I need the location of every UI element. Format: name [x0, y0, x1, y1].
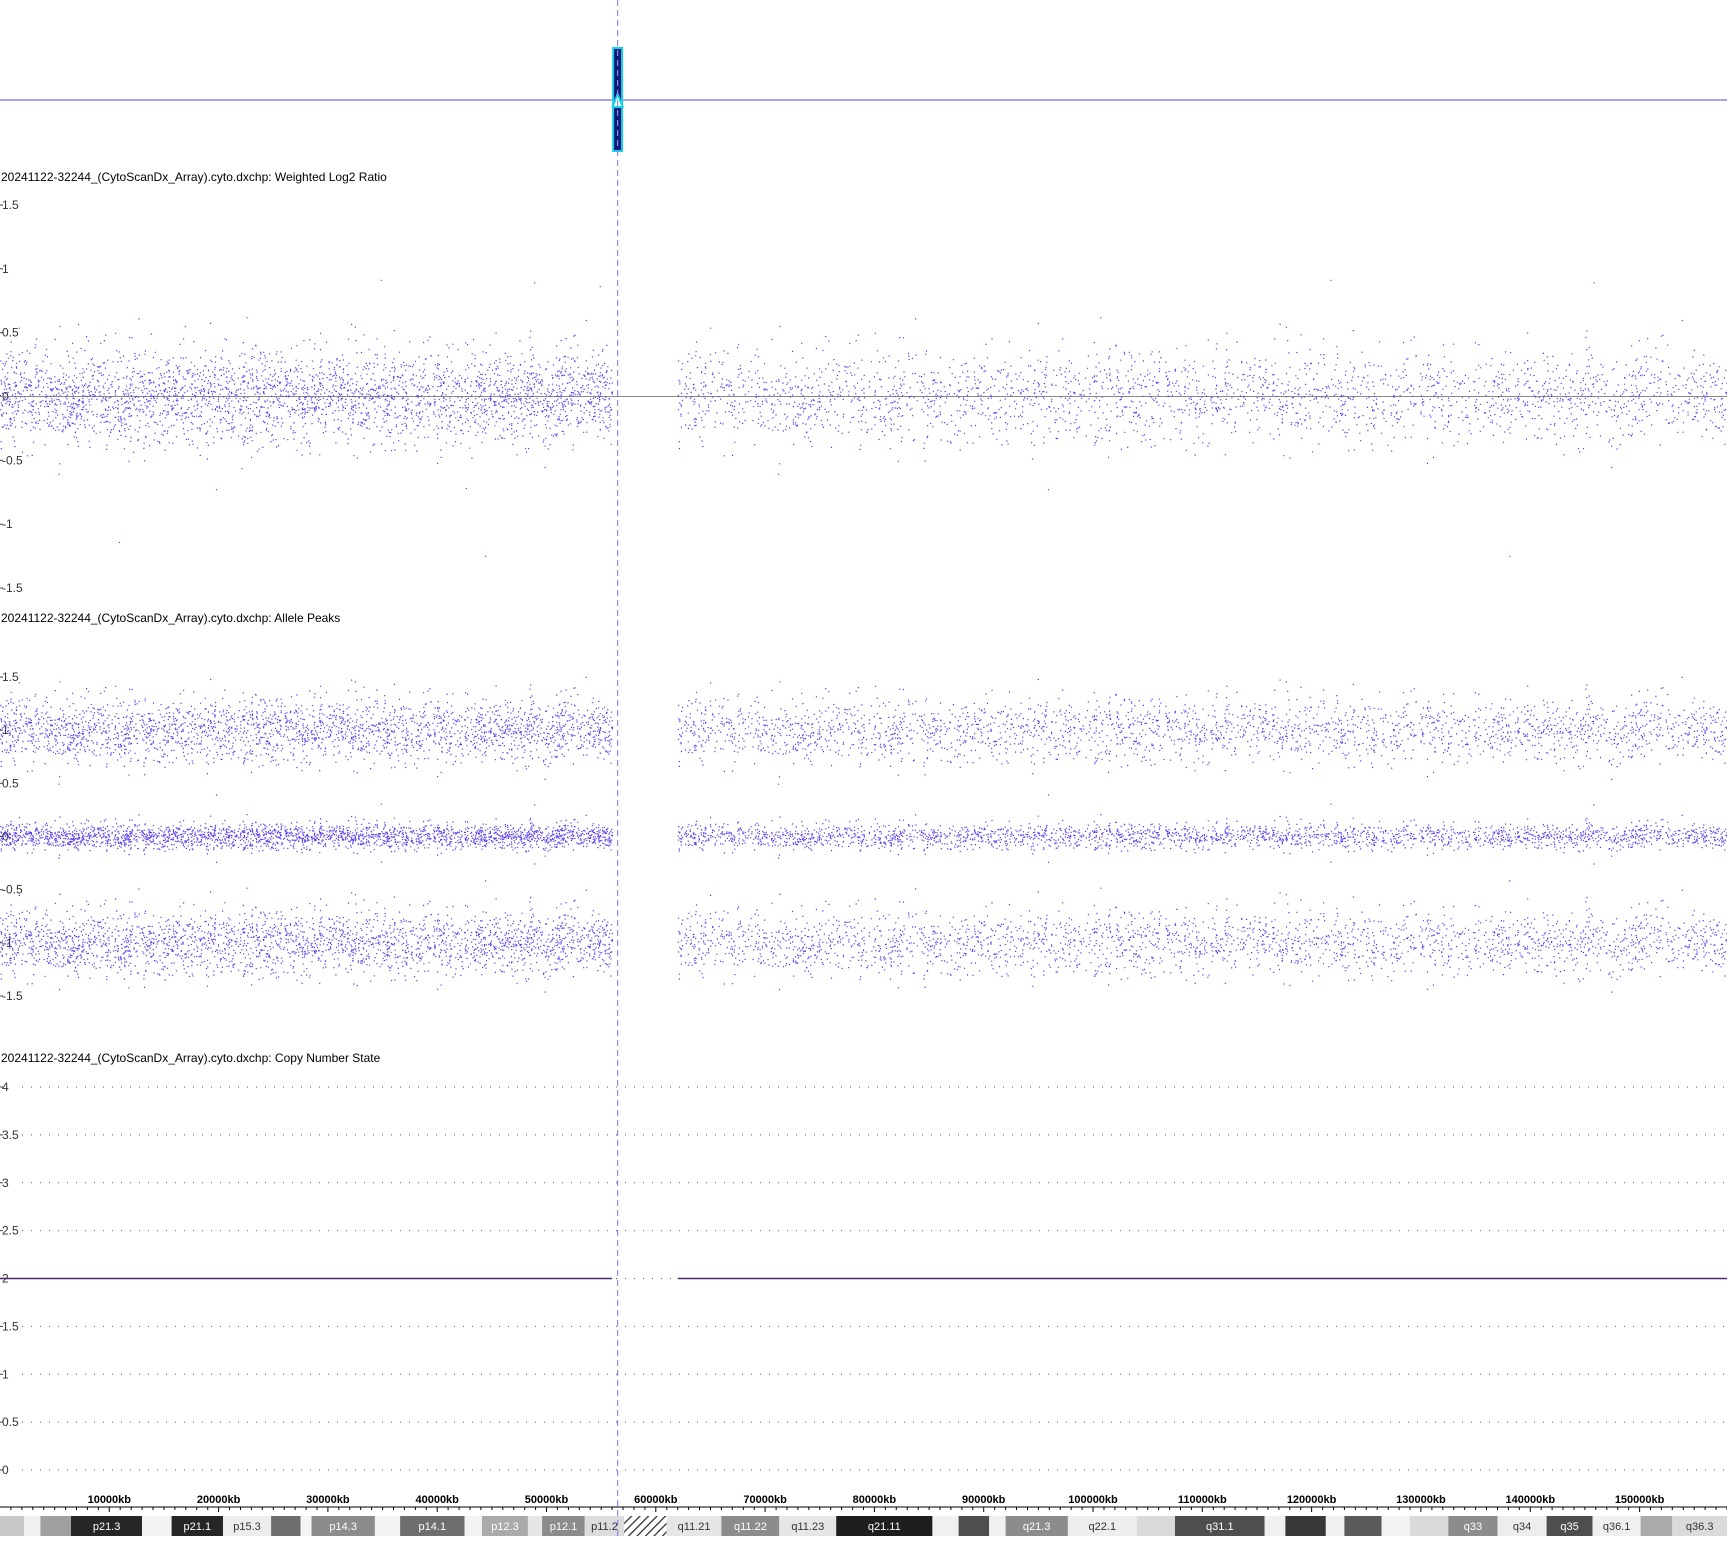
log2-ratio-points	[0, 279, 1727, 557]
ideogram-band-label: p12.1	[550, 1521, 578, 1533]
ideogram-band[interactable]	[271, 1516, 301, 1536]
ideogram-band[interactable]	[142, 1516, 172, 1536]
ideogram-band-label: q34	[1513, 1521, 1531, 1533]
y-tick-label: -1	[2, 517, 13, 531]
ideogram-band[interactable]	[24, 1516, 41, 1536]
ideogram-band[interactable]	[958, 1516, 990, 1536]
y-tick-label: 3.5	[2, 1128, 19, 1142]
x-tick-label: 140000kb	[1506, 1494, 1556, 1506]
ideogram-band[interactable]	[0, 1516, 24, 1536]
x-tick-label: 10000kb	[88, 1494, 132, 1506]
panel-title-log2-ratio: 20241122-32244_(CytoScanDx_Array).cyto.d…	[1, 170, 387, 184]
x-tick-label: 30000kb	[306, 1494, 350, 1506]
y-tick-label: 1.5	[2, 670, 19, 684]
x-tick-label: 90000kb	[962, 1494, 1006, 1506]
ideogram-band-label: q35	[1560, 1521, 1578, 1533]
chromosome-ideogram[interactable]: p21.3 p21.1 p15.3 p14.3 p14.1 p12.3 p12.1 p11.2…	[0, 1516, 1727, 1536]
x-tick-label: 20000kb	[197, 1494, 241, 1506]
allele-peaks-points	[0, 676, 1727, 993]
x-tick-label: 100000kb	[1068, 1494, 1118, 1506]
ideogram-band[interactable]	[624, 1516, 667, 1536]
ideogram-band[interactable]	[464, 1516, 483, 1536]
ideogram-band[interactable]	[1410, 1516, 1449, 1536]
ideogram-band[interactable]	[1640, 1516, 1673, 1536]
y-tick-label: 0.5	[2, 1415, 19, 1429]
y-axis-allele-peaks: 1.510.50-0.5-1-1.5	[0, 670, 23, 1003]
ideogram-band-label: q36.3	[1686, 1521, 1714, 1533]
ideogram-band-label: p14.1	[419, 1521, 447, 1533]
selection-track[interactable]	[0, 47, 1727, 152]
copy-number-panel[interactable]: 20241122-32244_(CytoScanDx_Array).cyto.d…	[0, 1051, 1727, 1477]
ideogram-band-label: q21.3	[1023, 1521, 1051, 1533]
data-points	[0, 279, 1727, 557]
ideogram-band[interactable]	[1381, 1516, 1410, 1536]
y-tick-label: 1.5	[2, 1319, 19, 1333]
ideogram-band-label: q11.22	[734, 1521, 767, 1533]
ideogram-band-label: q33	[1464, 1521, 1482, 1533]
ideogram-band-label: q36.1	[1603, 1521, 1631, 1533]
panel-title-copy-number: 20241122-32244_(CytoScanDx_Array).cyto.d…	[1, 1051, 381, 1065]
x-tick-label: 120000kb	[1287, 1494, 1337, 1506]
y-tick-label: 3	[2, 1176, 9, 1190]
allele-peaks-panel[interactable]: 20241122-32244_(CytoScanDx_Array).cyto.d…	[0, 611, 1727, 1003]
y-tick-label: 2.5	[2, 1224, 19, 1238]
y-tick-label: -1.5	[2, 581, 23, 595]
y-tick-label: -1.5	[2, 989, 23, 1003]
y-tick-label: 0.5	[2, 776, 19, 790]
ideogram-band-label: q31.1	[1206, 1521, 1234, 1533]
x-tick-label: 150000kb	[1615, 1494, 1665, 1506]
ideogram-band[interactable]	[300, 1516, 312, 1536]
ideogram-band[interactable]	[527, 1516, 543, 1536]
ideogram-band-label: p21.3	[93, 1521, 121, 1533]
y-tick-label: -0.5	[2, 453, 23, 467]
x-tick-label: 50000kb	[525, 1494, 569, 1506]
log2-ratio-panel[interactable]: 20241122-32244_(CytoScanDx_Array).cyto.d…	[0, 170, 1727, 595]
ideogram-band-label: q11.21	[678, 1521, 711, 1533]
ideogram-band[interactable]	[40, 1516, 71, 1536]
x-tick-label: 60000kb	[634, 1494, 678, 1506]
ideogram-band[interactable]	[1344, 1516, 1382, 1536]
ideogram-band-label: p15.3	[233, 1521, 261, 1533]
ideogram-band-label: q22.1	[1089, 1521, 1117, 1533]
x-axis: 10000kb 20000kb 30000kb 40000kb 50000kb 60000…	[0, 1494, 1727, 1512]
ideogram-band[interactable]	[932, 1516, 959, 1536]
ideogram-band[interactable]	[1136, 1516, 1176, 1536]
ideogram-band-label: p11.2	[591, 1521, 618, 1533]
x-tick-label: 80000kb	[853, 1494, 897, 1506]
y-tick-label: 0	[2, 1463, 9, 1477]
ideogram-band[interactable]	[989, 1516, 1006, 1536]
ideogram-band-label: p12.3	[491, 1521, 519, 1533]
x-tick-label: 110000kb	[1178, 1494, 1227, 1506]
y-tick-label: -0.5	[2, 883, 23, 897]
ideogram-band[interactable]	[1325, 1516, 1345, 1536]
ideogram-band-label: q11.23	[791, 1521, 824, 1533]
ideogram-band[interactable]	[374, 1516, 400, 1536]
panel-title-allele-peaks: 20241122-32244_(CytoScanDx_Array).cyto.d…	[1, 611, 340, 625]
x-tick-label: 70000kb	[743, 1494, 787, 1506]
y-tick-label: 1.5	[2, 198, 19, 212]
x-tick-label: 130000kb	[1396, 1494, 1446, 1506]
y-tick-label: 1	[2, 262, 9, 276]
x-tick-label: 40000kb	[415, 1494, 459, 1506]
y-tick-label: 0.5	[2, 326, 19, 340]
y-tick-label: 1	[2, 1367, 9, 1381]
y-tick-label: -1	[2, 936, 13, 950]
ideogram-band[interactable]	[1285, 1516, 1326, 1536]
ideogram-band-label: p21.1	[184, 1521, 212, 1533]
ideogram-band-label: q21.11	[868, 1521, 901, 1533]
data-points	[0, 676, 1727, 993]
ideogram-band-label: p14.3	[329, 1521, 357, 1533]
genome-viewer[interactable]: 20241122-32244_(CytoScanDx_Array).cyto.d…	[0, 0, 1727, 1550]
ideogram-band[interactable]	[1264, 1516, 1286, 1536]
y-tick-label: 4	[2, 1080, 9, 1094]
